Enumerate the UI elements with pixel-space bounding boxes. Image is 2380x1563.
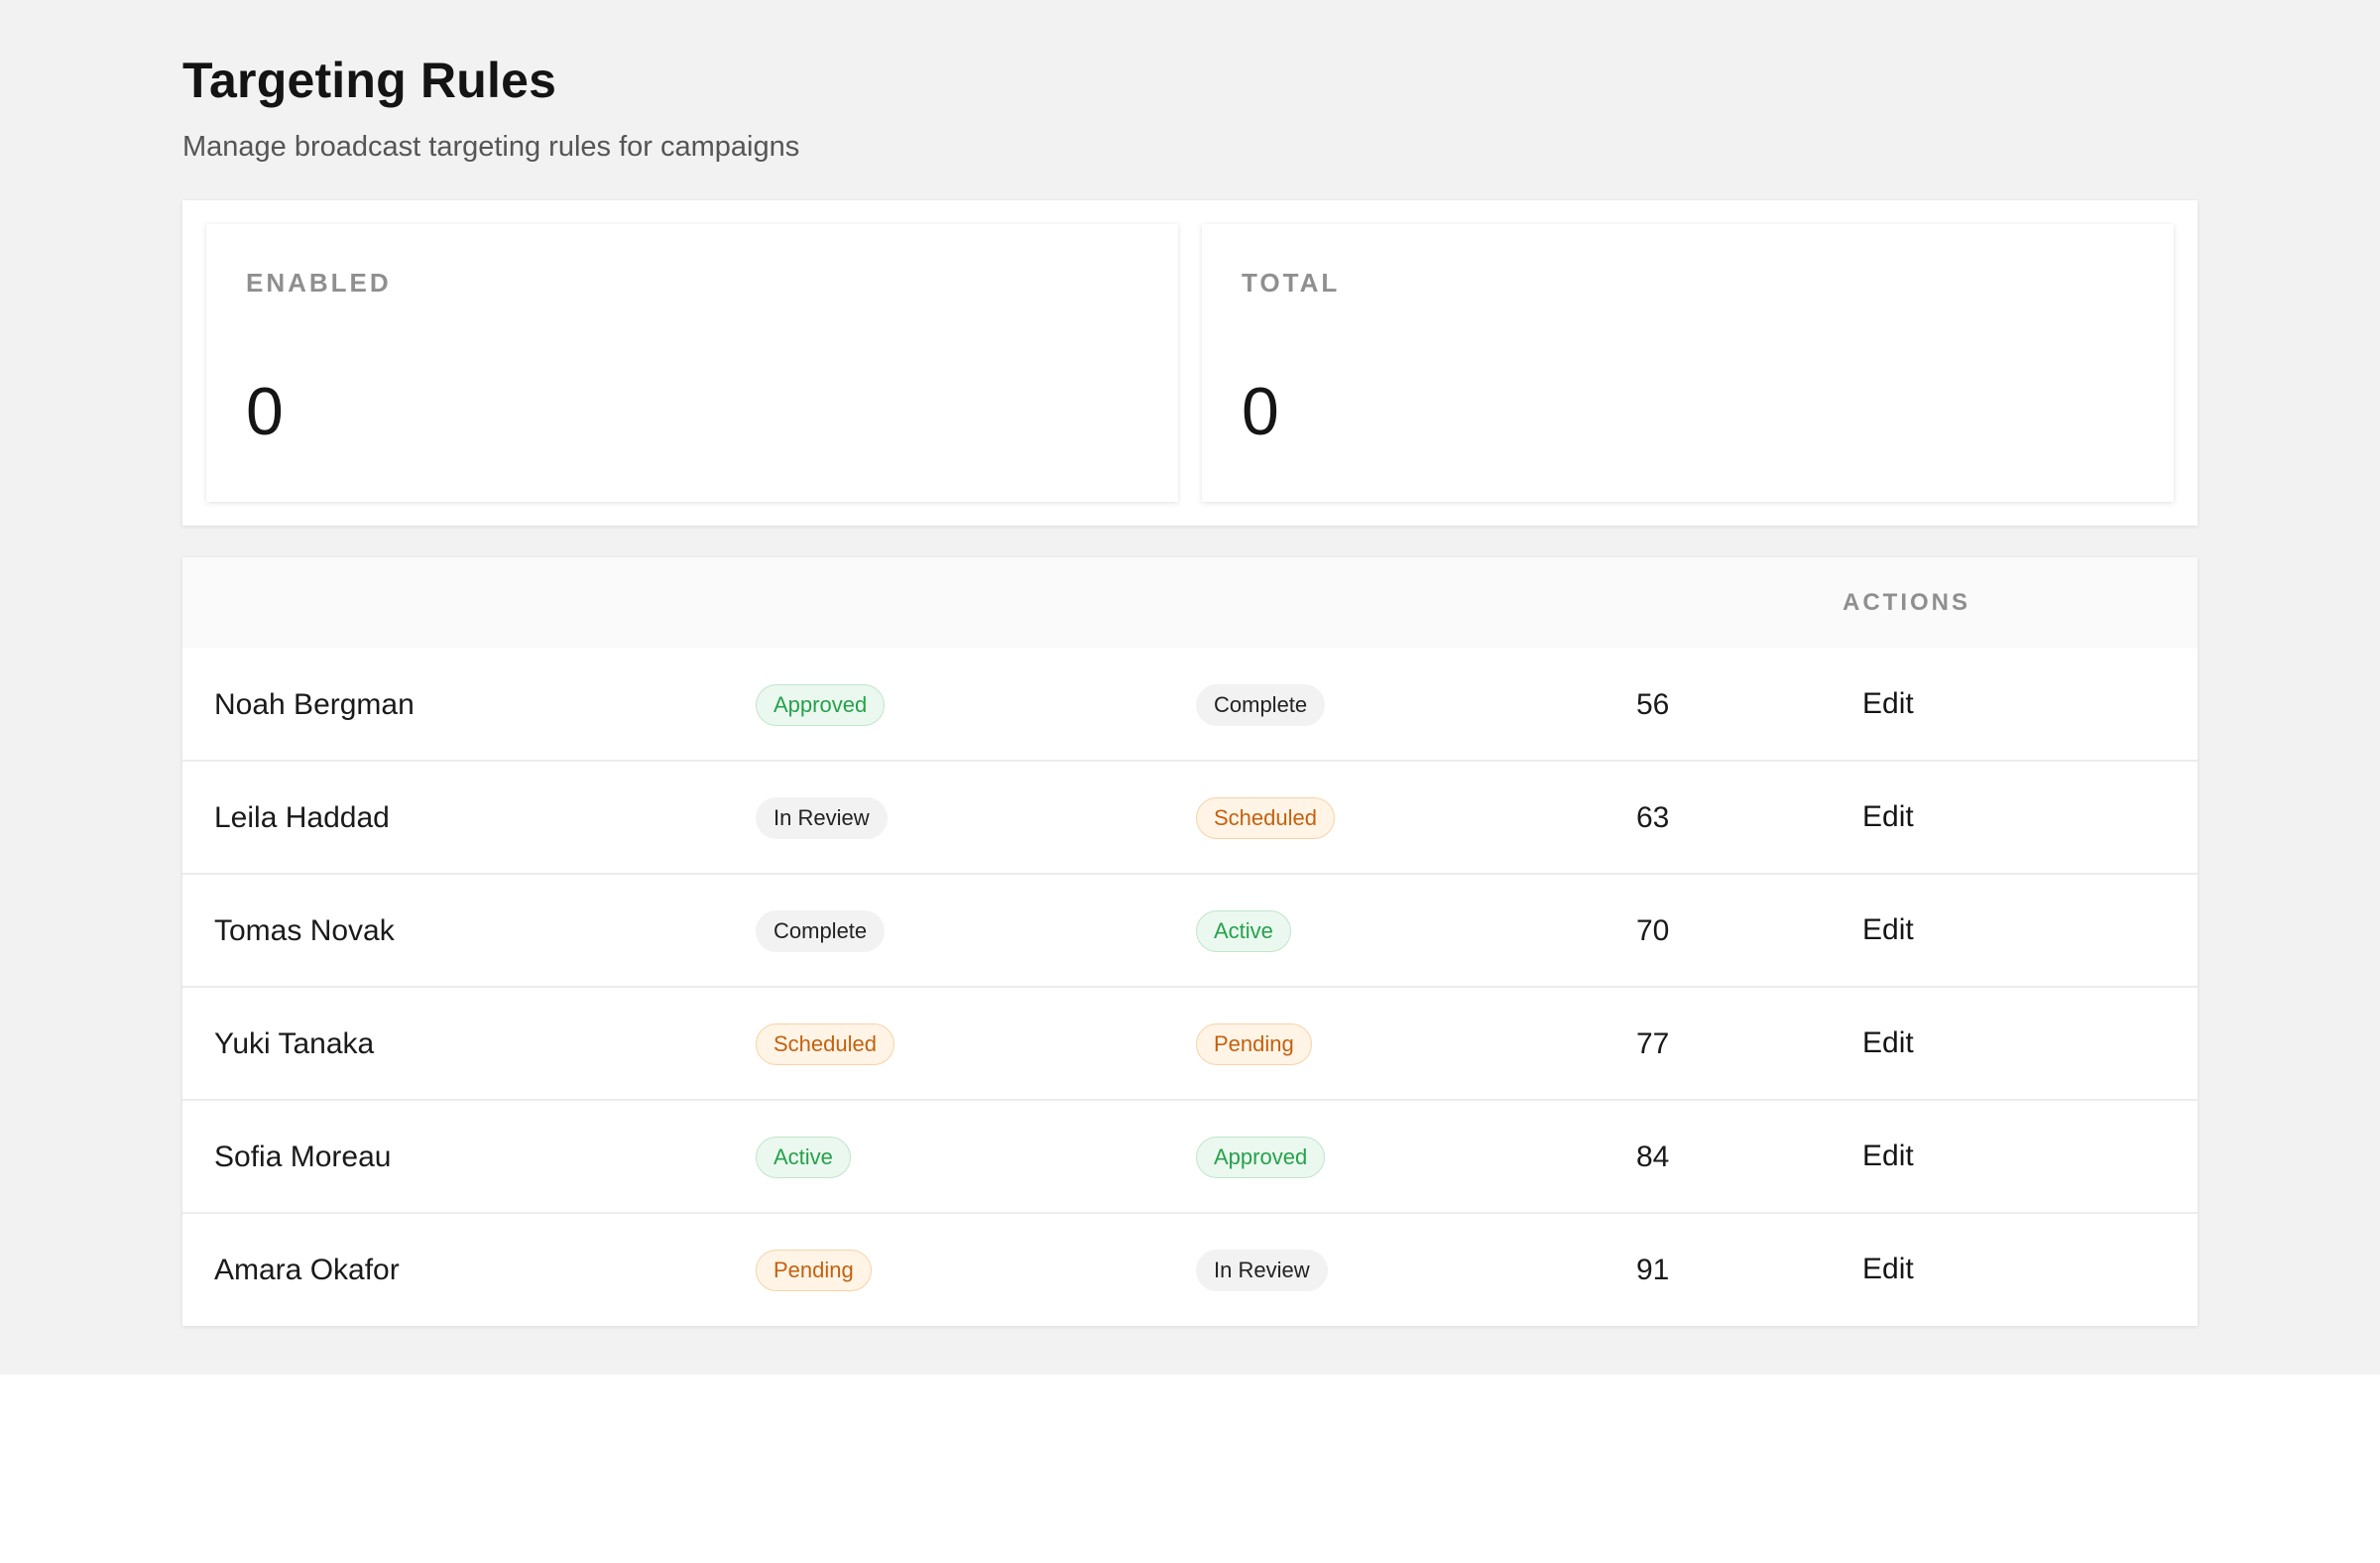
rule-value: 56 bbox=[1636, 688, 1670, 721]
status-badge: In Review bbox=[1196, 1250, 1328, 1291]
table-header: ACTIONS bbox=[182, 557, 2198, 649]
stat-card-total: TOTAL 0 bbox=[1202, 224, 2174, 502]
table-body: Noah Bergman Approved Complete 56 Edit L… bbox=[182, 649, 2198, 1327]
stat-value: 0 bbox=[1242, 374, 1279, 449]
rule-name: Yuki Tanaka bbox=[214, 1027, 375, 1060]
table-row: Leila Haddad In Review Scheduled 63 Edit bbox=[182, 762, 2198, 875]
status-badge: In Review bbox=[756, 797, 888, 839]
status-badge: Approved bbox=[1196, 1137, 1326, 1178]
status-badge: Pending bbox=[1196, 1023, 1312, 1065]
table-row: Amara Okafor Pending In Review 91 Edit bbox=[182, 1214, 2198, 1327]
stat-card-enabled: ENABLED 0 bbox=[206, 224, 1178, 502]
rule-name: Sofia Moreau bbox=[214, 1141, 392, 1173]
table-row: Sofia Moreau Active Approved 84 Edit bbox=[182, 1101, 2198, 1214]
page-background: Targeting Rules Manage broadcast targeti… bbox=[0, 0, 2380, 1375]
status-badge: Active bbox=[756, 1137, 851, 1178]
edit-button[interactable]: Edit bbox=[1858, 1244, 1918, 1295]
status-badge: Scheduled bbox=[1196, 797, 1335, 839]
column-header-actions: ACTIONS bbox=[1843, 589, 1970, 616]
table-row: Tomas Novak Complete Active 70 Edit bbox=[182, 875, 2198, 988]
stat-label: TOTAL bbox=[1242, 268, 1341, 298]
rule-value: 63 bbox=[1636, 801, 1670, 834]
table-row: Noah Bergman Approved Complete 56 Edit bbox=[182, 649, 2198, 762]
status-badge: Scheduled bbox=[756, 1023, 894, 1065]
status-badge: Complete bbox=[1196, 684, 1326, 726]
rule-name: Amara Okafor bbox=[214, 1254, 400, 1286]
edit-button[interactable]: Edit bbox=[1858, 678, 1918, 730]
rule-value: 84 bbox=[1636, 1141, 1670, 1173]
edit-button[interactable]: Edit bbox=[1858, 904, 1918, 956]
status-badge: Approved bbox=[756, 684, 886, 726]
edit-button[interactable]: Edit bbox=[1858, 791, 1918, 843]
rule-value: 77 bbox=[1636, 1027, 1670, 1060]
rule-name: Noah Bergman bbox=[214, 688, 415, 721]
rule-value: 70 bbox=[1636, 914, 1670, 947]
rule-name: Leila Haddad bbox=[214, 801, 390, 834]
rules-table: ACTIONS Noah Bergman Approved Complete 5… bbox=[182, 557, 2198, 1326]
rule-value: 91 bbox=[1636, 1254, 1670, 1286]
stat-label: ENABLED bbox=[246, 268, 392, 298]
status-badge: Complete bbox=[756, 910, 886, 952]
table-row: Yuki Tanaka Scheduled Pending 77 Edit bbox=[182, 988, 2198, 1101]
page-subtitle: Manage broadcast targeting rules for cam… bbox=[182, 131, 800, 163]
status-badge: Active bbox=[1196, 910, 1291, 952]
edit-button[interactable]: Edit bbox=[1858, 1131, 1918, 1182]
stats-panel: ENABLED 0 TOTAL 0 bbox=[182, 200, 2198, 526]
stat-value: 0 bbox=[246, 374, 284, 449]
status-badge: Pending bbox=[756, 1250, 872, 1291]
rule-name: Tomas Novak bbox=[214, 914, 395, 947]
edit-button[interactable]: Edit bbox=[1858, 1018, 1918, 1069]
page-title: Targeting Rules bbox=[182, 53, 557, 108]
